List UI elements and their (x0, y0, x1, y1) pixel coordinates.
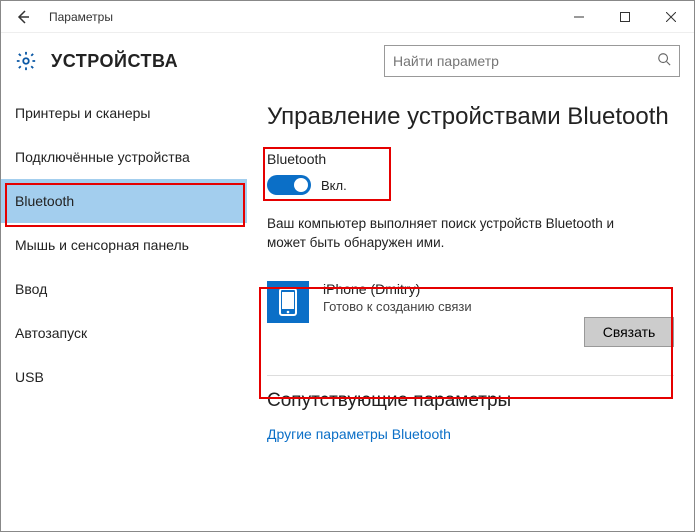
other-bluetooth-settings-link[interactable]: Другие параметры Bluetooth (267, 426, 674, 442)
device-name: iPhone (Dmitry) (323, 281, 472, 297)
window-title: Параметры (49, 10, 113, 24)
sidebar-item-typing[interactable]: Ввод (1, 267, 247, 311)
bluetooth-description: Ваш компьютер выполняет поиск устройств … (267, 215, 667, 253)
maximize-button[interactable] (602, 1, 648, 33)
window-controls (556, 1, 694, 33)
bluetooth-label: Bluetooth (267, 151, 347, 167)
related-heading: Сопутствующие параметры (267, 390, 674, 412)
sidebar: Принтеры и сканеры Подключённые устройст… (1, 89, 247, 531)
pair-button[interactable]: Связать (584, 317, 674, 347)
back-button[interactable] (1, 1, 45, 33)
bluetooth-toggle-row: Вкл. (267, 175, 347, 195)
content-area: Принтеры и сканеры Подключённые устройст… (1, 89, 694, 531)
device-row[interactable]: iPhone (Dmitry) Готово к созданию связи … (267, 281, 674, 347)
search-icon (657, 52, 671, 71)
close-button[interactable] (648, 1, 694, 33)
gear-icon (15, 50, 37, 72)
titlebar: Параметры (1, 1, 694, 33)
sidebar-item-mouse-touchpad[interactable]: Мышь и сенсорная панель (1, 223, 247, 267)
divider (267, 375, 674, 376)
sidebar-item-autoplay[interactable]: Автозапуск (1, 311, 247, 355)
bluetooth-toggle[interactable] (267, 175, 311, 195)
main-panel: Управление устройствами Bluetooth Blueto… (247, 89, 694, 531)
device-phone-icon (267, 281, 309, 323)
search-input[interactable] (393, 53, 657, 69)
page-title: Управление устройствами Bluetooth (267, 103, 674, 131)
sidebar-item-printers[interactable]: Принтеры и сканеры (1, 91, 247, 135)
bluetooth-toggle-block: Bluetooth Вкл. (267, 149, 357, 201)
sidebar-item-connected-devices[interactable]: Подключённые устройства (1, 135, 247, 179)
header: УСТРОЙСТВА (1, 33, 694, 89)
toggle-knob (294, 178, 308, 192)
bluetooth-toggle-state: Вкл. (321, 178, 347, 193)
sidebar-item-usb[interactable]: USB (1, 355, 247, 399)
sidebar-item-bluetooth[interactable]: Bluetooth (1, 179, 247, 223)
arrow-left-icon (15, 9, 31, 25)
device-info: iPhone (Dmitry) Готово к созданию связи (323, 281, 472, 314)
header-title: УСТРОЙСТВА (51, 51, 178, 72)
device-status: Готово к созданию связи (323, 299, 472, 314)
search-box[interactable] (384, 45, 680, 77)
minimize-button[interactable] (556, 1, 602, 33)
